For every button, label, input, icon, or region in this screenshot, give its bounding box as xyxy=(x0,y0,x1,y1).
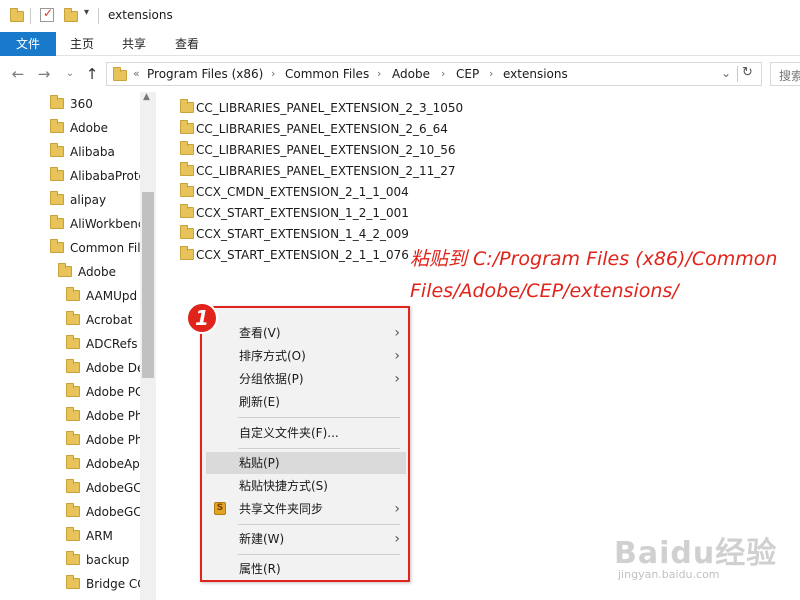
menu-item-refresh[interactable]: 刷新(E) xyxy=(206,391,406,413)
menu-item-view[interactable]: 查看(V) › xyxy=(206,322,406,344)
folder-icon xyxy=(66,335,80,349)
search-placeholder: 搜索 xyxy=(779,69,800,83)
step-number-badge: 1 xyxy=(186,302,218,334)
menu-item-new[interactable]: 新建(W) › xyxy=(206,528,406,550)
menu-item-sort-by[interactable]: 排序方式(O) › xyxy=(206,345,406,367)
folder-icon xyxy=(180,162,194,176)
annotation-line-2: Files/Adobe/CEP/extensions/ xyxy=(410,280,679,302)
folder-icon xyxy=(58,263,72,277)
menu-item-customize-folder[interactable]: 自定义文件夹(F)... xyxy=(206,422,406,444)
context-menu: 查看(V) › 排序方式(O) › 分组依据(P) › 刷新(E) 自定义文件夹(F)… xyxy=(200,306,410,582)
refresh-icon[interactable]: ↻ xyxy=(742,65,753,80)
folder-icon xyxy=(180,225,194,239)
folder-icon xyxy=(66,383,80,397)
annotation-line-1: 粘贴到 C:/Program Files (x86)/Common xyxy=(410,248,778,270)
folder-icon xyxy=(66,551,80,565)
folder-icon xyxy=(66,287,80,301)
submenu-arrow-icon: › xyxy=(394,531,400,547)
folder-icon xyxy=(10,8,24,22)
forward-arrow-icon[interactable]: → xyxy=(34,64,54,84)
breadcrumb-cep[interactable]: CEP xyxy=(456,67,479,81)
folder-icon xyxy=(50,167,64,181)
back-arrow-icon[interactable]: ← xyxy=(8,64,28,84)
breadcrumb-adobe[interactable]: Adobe xyxy=(392,67,430,81)
folder-icon xyxy=(66,503,80,517)
properties-quick-access-icon[interactable]: ✓ xyxy=(40,6,54,22)
folder-icon xyxy=(50,95,64,109)
nav-scrollbar-thumb[interactable] xyxy=(142,192,154,378)
folder-icon xyxy=(50,215,64,229)
scroll-up-arrow-icon[interactable]: ▲ xyxy=(143,92,150,102)
folder-icon xyxy=(66,359,80,373)
folder-icon xyxy=(180,246,194,260)
submenu-arrow-icon: › xyxy=(394,501,400,517)
folder-icon xyxy=(180,183,194,197)
address-row: ← → ⌄ ↑ « Program Files (x86) › Common F… xyxy=(0,58,800,90)
quick-access-dropdown-icon[interactable]: ▾ xyxy=(84,7,89,18)
folder-icon xyxy=(50,143,64,157)
folder-icon xyxy=(66,527,80,541)
menu-separator xyxy=(238,524,400,525)
folder-icon xyxy=(66,575,80,589)
address-bar[interactable]: « Program Files (x86) › Common Files › A… xyxy=(106,62,762,86)
watermark-url: jingyan.baidu.com xyxy=(618,568,720,581)
folder-icon xyxy=(66,431,80,445)
breadcrumb-separator-icon: › xyxy=(441,67,446,80)
folder-icon xyxy=(66,455,80,469)
menu-item-group-by[interactable]: 分组依据(P) › xyxy=(206,368,406,390)
submenu-arrow-icon: › xyxy=(394,348,400,364)
breadcrumb-common-files[interactable]: Common Files xyxy=(285,67,369,81)
baidu-jingyan-watermark: Baidu经验 jingyan.baidu.com xyxy=(614,528,794,592)
submenu-arrow-icon: › xyxy=(394,325,400,341)
tab-share[interactable]: 共享 xyxy=(112,32,156,56)
folder-icon xyxy=(66,407,80,421)
tab-view[interactable]: 查看 xyxy=(164,32,210,56)
folder-icon xyxy=(50,191,64,205)
folder-icon xyxy=(50,239,64,253)
divider xyxy=(98,8,99,24)
folder-icon xyxy=(180,120,194,134)
folder-icon xyxy=(66,311,80,325)
menu-separator xyxy=(238,448,400,449)
divider xyxy=(30,8,31,24)
watermark-brand: Baidu经验 xyxy=(614,536,778,571)
menu-item-paste[interactable]: 粘贴(P) xyxy=(206,452,406,474)
folder-icon xyxy=(66,479,80,493)
address-dropdown-chevron-icon[interactable]: ⌄ xyxy=(721,66,731,80)
folder-icon xyxy=(113,67,127,81)
menu-item-paste-shortcut[interactable]: 粘贴快捷方式(S) xyxy=(206,475,406,497)
menu-item-properties[interactable]: 属性(R) xyxy=(206,558,406,580)
overflow-crumb-icon[interactable]: « xyxy=(133,67,140,80)
window-title: extensions xyxy=(108,8,173,22)
breadcrumb-separator-icon: › xyxy=(377,67,382,80)
breadcrumb-separator-icon: › xyxy=(271,67,276,80)
ribbon-tabs: 文件 主页 共享 查看 xyxy=(0,32,800,56)
menu-separator xyxy=(238,554,400,555)
breadcrumb-separator-icon: › xyxy=(489,67,494,80)
breadcrumb-extensions[interactable]: extensions xyxy=(503,67,568,81)
folder-icon xyxy=(180,99,194,113)
new-folder-quick-access-icon[interactable] xyxy=(64,8,78,22)
tab-home[interactable]: 主页 xyxy=(60,32,104,56)
menu-separator xyxy=(238,417,400,418)
title-bar: ✓ ▾ extensions xyxy=(0,0,800,32)
tab-file[interactable]: 文件 xyxy=(0,32,56,56)
folder-icon xyxy=(50,119,64,133)
folder-icon xyxy=(180,141,194,155)
breadcrumb-program-files[interactable]: Program Files (x86) xyxy=(147,67,263,81)
divider xyxy=(737,66,738,82)
menu-item-shared-folder-sync[interactable]: S 共享文件夹同步 › xyxy=(206,498,406,520)
recent-locations-chevron-icon[interactable]: ⌄ xyxy=(60,64,80,84)
submenu-arrow-icon: › xyxy=(394,371,400,387)
navigation-pane: 360 Adobe Alibaba AlibabaProte alipay Al… xyxy=(0,92,156,600)
folder-icon xyxy=(180,204,194,218)
sync-app-icon: S xyxy=(214,502,226,515)
search-box[interactable]: 搜索 xyxy=(770,62,800,86)
up-arrow-icon[interactable]: ↑ xyxy=(82,64,102,84)
